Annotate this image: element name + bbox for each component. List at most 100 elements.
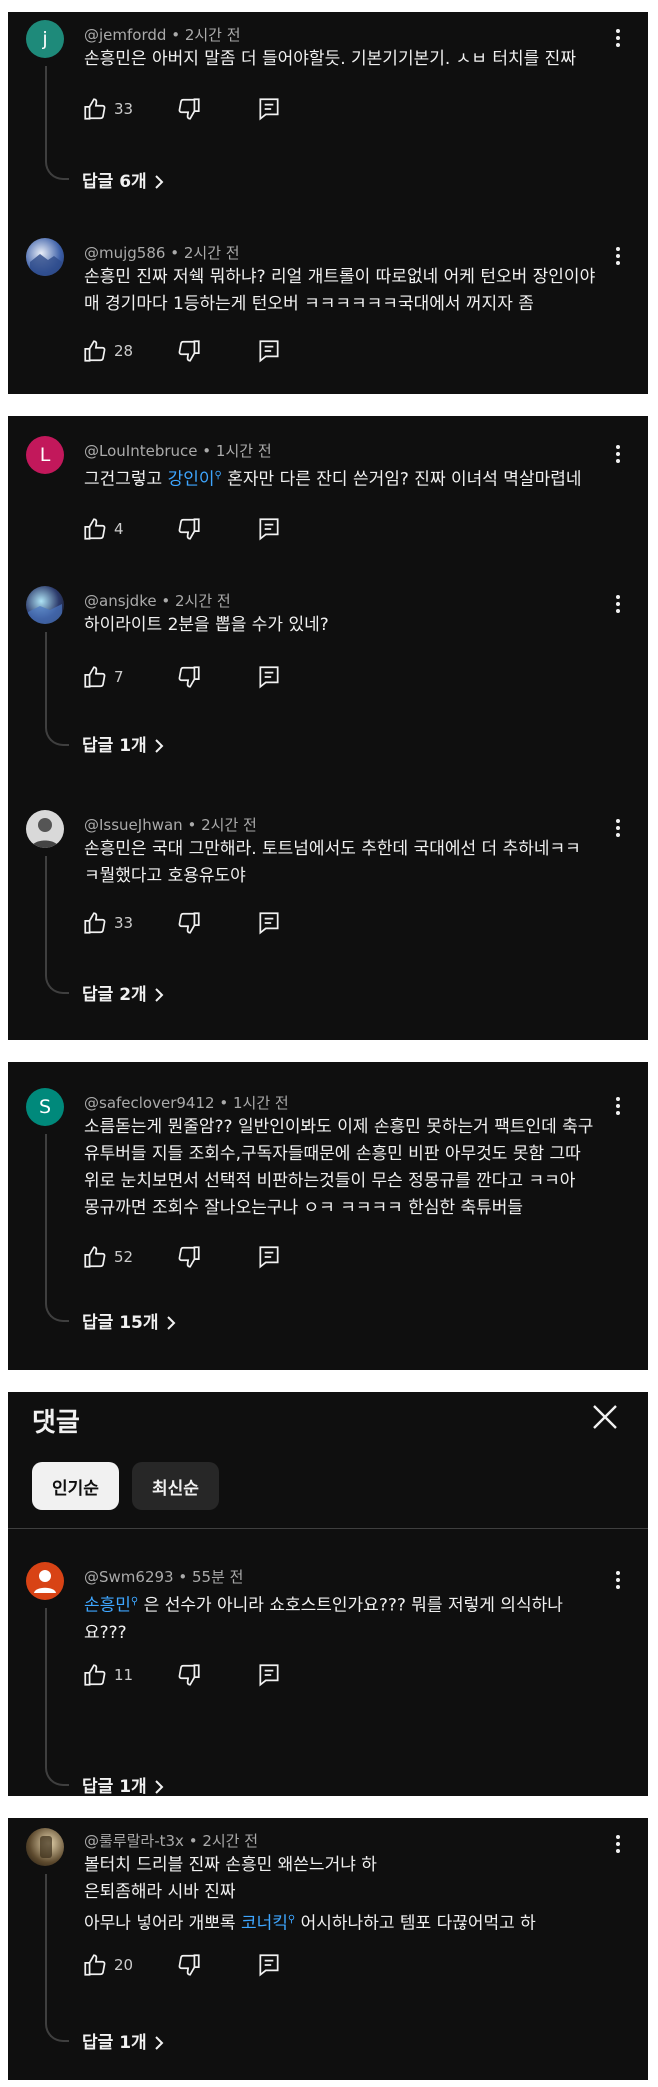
reply-icon[interactable] [256,664,282,690]
reply-icon[interactable] [256,1662,282,1688]
comment-panel-5: @룰루랄라-t3x • 2시간 전 볼터치 드리블 진짜 손흥민 왜쓴느거냐 하… [8,1818,648,2080]
comment-text: 볼터치 드리블 진짜 손흥민 왜쓴느거냐 하 은퇴좀해라 시바 진짜 아무나 넣어라… [84,1855,536,1934]
dislike-icon[interactable] [176,910,202,936]
comment-handle[interactable]: @LouIntebruce [84,442,198,460]
dislike-icon[interactable] [176,516,202,542]
more-options-icon[interactable] [606,442,630,466]
more-options-icon[interactable] [606,592,630,616]
comment-handle[interactable]: @ansjdke [84,592,157,610]
thread-line [45,856,69,994]
comment-text: 손흥민 진짜 저쉑 뭐하냐? 리얼 개트롤이 따로없네 어케 턴오버 장인이야 매… [84,267,596,314]
avatar[interactable] [26,238,64,276]
sheet-title: 댓글 [32,1408,80,1438]
comment-handle[interactable]: @jemfordd [84,26,166,44]
like-icon[interactable] [82,1244,108,1270]
view-replies-button[interactable]: 답글 6개 [82,167,165,192]
sort-chip-newest[interactable]: 최신순 [132,1462,219,1510]
comment-meta: @ansjdke • 2시간 전 [84,590,231,611]
photo-avatar-icon [40,1836,52,1858]
comment-handle[interactable]: @safeclover9412 [84,1094,215,1112]
thread-line [45,1874,69,2042]
comment-text: 하이라이트 2분을 뽑을 수가 있네? [84,615,329,635]
chevron-right-icon [154,988,164,1002]
photo-avatar-icon [31,818,59,848]
view-replies-button[interactable]: 답글 1개 [82,1772,165,1797]
more-options-icon[interactable] [606,244,630,268]
photo-avatar-icon [30,254,62,276]
reply-icon[interactable] [256,1244,282,1270]
mention-link[interactable]: 손흥민 [84,1596,131,1616]
avatar[interactable] [26,1828,64,1866]
dislike-icon[interactable] [176,96,202,122]
avatar[interactable]: S [26,1088,64,1126]
view-replies-button[interactable]: 답글 1개 [82,731,165,756]
chevron-right-icon [166,1316,175,1330]
like-count: 20 [114,1956,134,1974]
thread-line [45,1134,69,1322]
like-count: 52 [114,1248,134,1266]
dislike-icon[interactable] [176,338,202,364]
like-count: 33 [114,100,134,118]
comment-text: 손흥민은 국대 그만해라. 토트넘에서도 추한데 국대에선 더 추하네ㅋㅋ ㅋ뭘했… [84,839,581,886]
comment-handle[interactable]: @IssueJhwan [84,816,183,834]
avatar[interactable] [26,810,64,848]
comment-time: 1시간 전 [232,1094,289,1112]
comment-panel-1: j @jemfordd • 2시간 전 손흥민은 아버지 말좀 더 들어야할듯.… [8,12,648,394]
mention-link[interactable]: 강인이 [168,470,215,490]
thread-line [45,632,69,746]
more-options-icon[interactable] [606,816,630,840]
more-options-icon[interactable] [606,1832,630,1856]
reply-icon[interactable] [256,338,282,364]
more-options-icon[interactable] [606,26,630,50]
comment-time: 55분 전 [192,1568,244,1586]
meta-separator: • [178,1568,188,1586]
like-icon[interactable] [82,910,108,936]
comment-time: 2시간 전 [201,816,257,834]
avatar[interactable]: j [26,20,64,58]
like-icon[interactable] [82,96,108,122]
comment-time: 2시간 전 [202,1832,259,1850]
reply-icon[interactable] [256,96,282,122]
comment-meta: @룰루랄라-t3x • 2시간 전 [84,1830,258,1851]
more-options-icon[interactable] [606,1568,630,1592]
like-count: 11 [114,1666,134,1684]
meta-separator: • [187,816,197,834]
more-options-icon[interactable] [606,1094,630,1118]
reply-icon[interactable] [256,910,282,936]
view-replies-button[interactable]: 답글 15개 [82,1308,177,1333]
comment-handle[interactable]: @Swm6293 [84,1568,174,1586]
comment-meta: @safeclover9412 • 1시간 전 [84,1092,289,1113]
close-icon[interactable] [590,1402,620,1432]
dislike-icon[interactable] [176,1952,202,1978]
meta-separator: • [202,442,212,460]
like-icon[interactable] [82,664,108,690]
meta-separator: • [171,26,181,44]
like-count: 7 [114,668,124,686]
comments-sheet: 댓글 인기순 최신순 @Swm6293 • 55분 전 손흥민⚲ 은 선수가 아… [8,1392,648,1797]
avatar[interactable] [26,1562,64,1600]
view-replies-button[interactable]: 답글 1개 [82,2028,165,2053]
mention-link[interactable]: 코너킥 [241,1914,288,1934]
dislike-icon[interactable] [176,1244,202,1270]
comment-time: 2시간 전 [184,26,241,44]
comment-time: 2시간 전 [175,592,231,610]
person-avatar-icon [34,1570,56,1593]
dislike-icon[interactable] [176,664,202,690]
like-icon[interactable] [82,1662,108,1688]
meta-separator: • [161,592,171,610]
reply-icon[interactable] [256,516,282,542]
comment-handle[interactable]: @룰루랄라-t3x [84,1832,184,1850]
reply-icon[interactable] [256,1952,282,1978]
like-count: 4 [114,520,124,538]
like-icon[interactable] [82,338,108,364]
avatar[interactable] [26,586,64,624]
view-replies-button[interactable]: 답글 2개 [82,980,165,1005]
thread-line [45,66,69,180]
dislike-icon[interactable] [176,1662,202,1688]
comment-handle[interactable]: @mujg586 [84,244,165,262]
avatar[interactable]: L [26,436,64,474]
comment-meta: @jemfordd • 2시간 전 [84,24,241,45]
like-icon[interactable] [82,1952,108,1978]
sort-chip-popular[interactable]: 인기순 [32,1462,119,1510]
like-icon[interactable] [82,516,108,542]
